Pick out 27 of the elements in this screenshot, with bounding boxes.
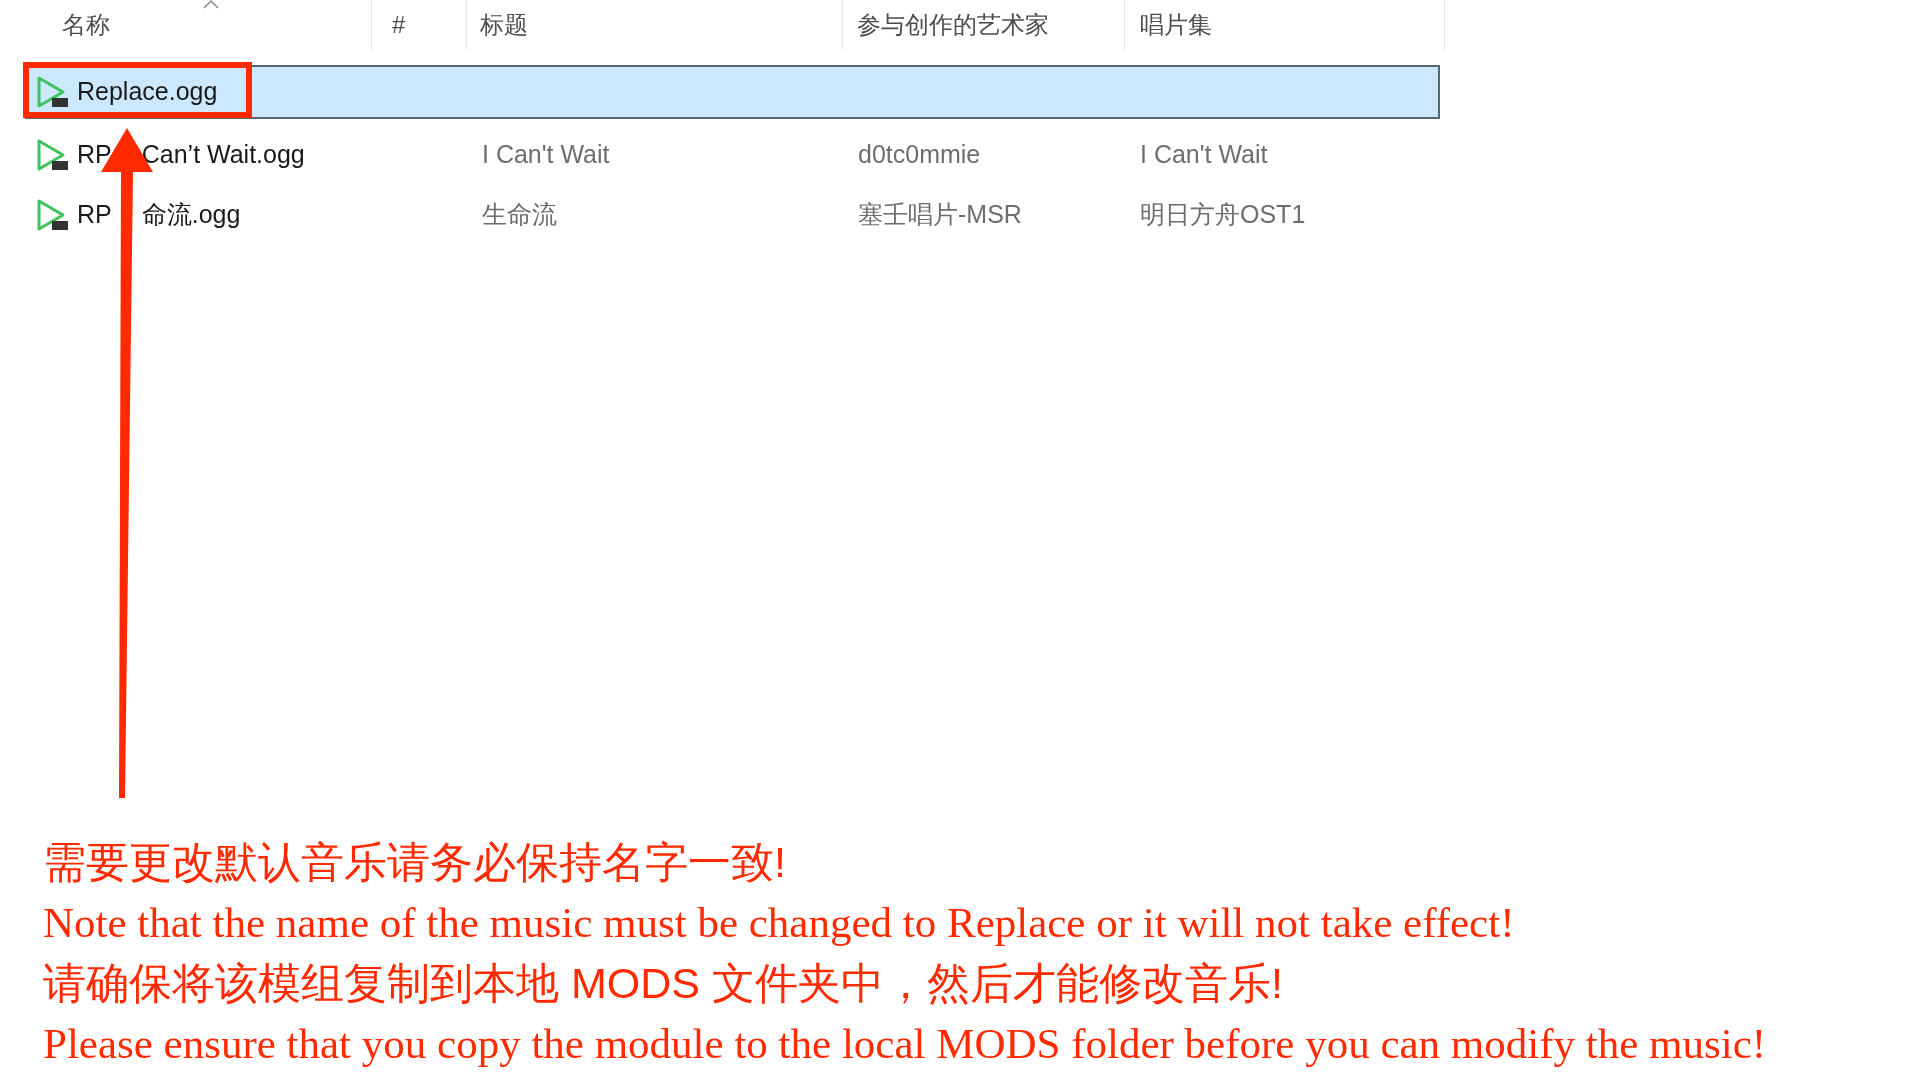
artist-text: d0tc0mmie — [858, 140, 981, 169]
instruction-text: Note that the name of the music must be changed to Replace or it will not take effect! — [43, 898, 1516, 948]
file-name: RP — [77, 139, 112, 171]
title-text: 生命流 — [482, 200, 557, 229]
column-header[interactable]: 参与创作的艺术家 — [857, 7, 1049, 43]
file-name: Replace.ogg — [77, 76, 218, 108]
title-text: I Can't Wait — [482, 140, 610, 169]
audio-file-icon — [35, 137, 71, 173]
column-header[interactable]: 名称 — [62, 7, 110, 43]
artist-text: 塞壬唱片-MSR — [858, 200, 1022, 229]
instruction-text: 需要更改默认音乐请务必保持名字一致! — [43, 837, 787, 888]
audio-file-icon — [35, 197, 71, 233]
sort-icon — [203, 0, 219, 9]
column-header[interactable]: # — [392, 7, 406, 43]
file-name: Can’t Wait.ogg — [141, 139, 305, 171]
file-row[interactable]: RP 命流.ogg 生命流 塞壬唱片-MSR 明日方舟OST1 — [25, 185, 1440, 245]
instruction-text: 请确保将该模组复制到本地 MODS 文件夹中，然后才能修改音乐! — [43, 958, 1284, 1009]
album-text: I Can't Wait — [1140, 140, 1268, 169]
file-row[interactable]: Replace.ogg — [25, 65, 1440, 119]
file-name: RP — [77, 199, 112, 231]
file-row[interactable]: RP Can’t Wait.ogg I Can't Wait d0tc0mmie I Can't Wait — [25, 125, 1440, 185]
file-name: 命流.ogg — [141, 199, 241, 231]
album-text: 明日方舟OST1 — [1140, 200, 1306, 229]
column-header[interactable]: 唱片集 — [1140, 7, 1212, 43]
column-header[interactable]: 标题 — [480, 7, 528, 43]
instruction-text: Please ensure that you copy the module to the local MODS folder before you can modify the music! — [43, 1019, 1767, 1069]
audio-file-icon — [35, 74, 71, 110]
